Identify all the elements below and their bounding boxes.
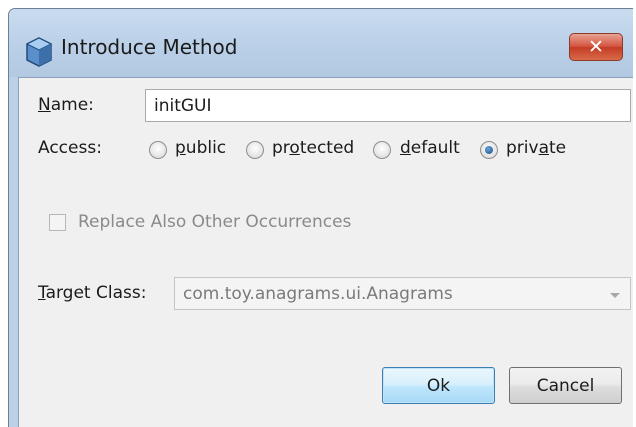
radio-protected[interactable] [246,141,264,159]
close-icon: ✕ [588,35,604,58]
radio-default-label[interactable]: default [400,138,460,158]
name-label-mnemonic: N [38,95,51,115]
introduce-method-dialog: Introduce Method ✕ Name: Access: public … [8,8,633,427]
ok-button[interactable]: Ok [382,367,495,404]
radio-default[interactable] [373,141,391,159]
name-label-rest: ame: [50,95,94,115]
radio-public-label[interactable]: public [175,138,226,158]
netbeans-cube-icon [25,37,53,67]
access-label: Access: [38,138,102,158]
replace-occurrences-checkbox[interactable] [49,214,66,231]
target-class-value: com.toy.anagrams.ui.Anagrams [183,284,453,304]
radio-public[interactable] [149,141,167,159]
close-button[interactable]: ✕ [569,33,623,61]
target-class-label: Target Class: [38,283,147,303]
dialog-content: Name: Access: public protected default p… [18,77,633,427]
target-class-combobox[interactable]: com.toy.anagrams.ui.Anagrams [174,277,631,310]
title-bar[interactable]: Introduce Method ✕ [9,9,633,77]
name-field-box [145,89,631,122]
name-label: Name: [38,95,94,115]
radio-protected-label[interactable]: protected [272,138,354,158]
radio-private-label[interactable]: private [506,138,566,158]
cancel-button[interactable]: Cancel [509,367,622,404]
chevron-down-icon[interactable] [610,293,620,298]
name-field[interactable] [146,90,630,121]
radio-private[interactable] [480,141,498,159]
dialog-title: Introduce Method [61,35,238,59]
replace-occurrences-label: Replace Also Other Occurrences [78,212,352,232]
